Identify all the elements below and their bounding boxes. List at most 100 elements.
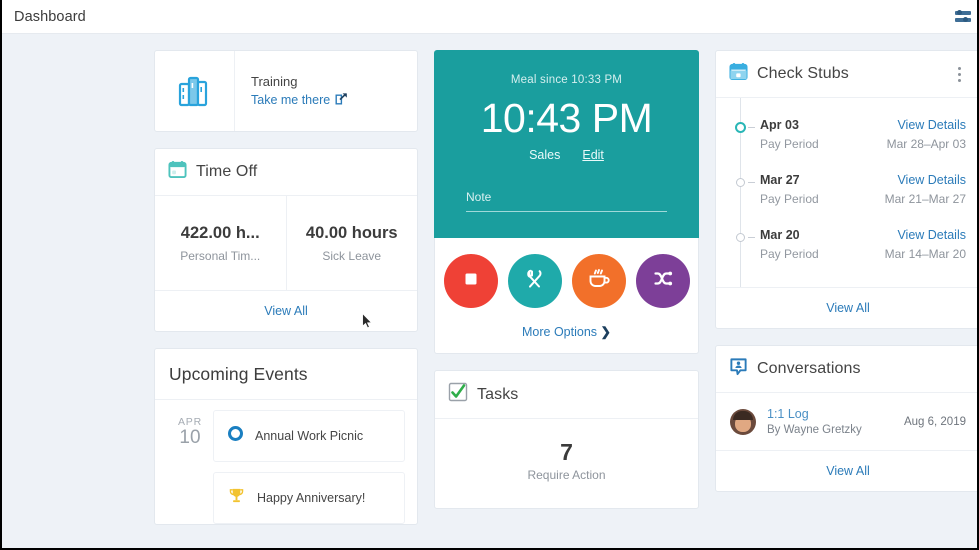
conversation-icon	[729, 357, 748, 381]
check-stubs-footer: View All	[716, 287, 977, 328]
timeline-dot-current	[735, 122, 746, 133]
table-row: Mar 27 View Details Pay Period Mar 21–Ma…	[716, 167, 977, 222]
conversations-title: Conversations	[757, 360, 861, 377]
stop-icon	[460, 268, 482, 295]
time-off-footer: View All	[155, 290, 417, 331]
stub-range: Mar 28–Apr 03	[886, 137, 966, 151]
stub-date: Mar 20	[760, 228, 800, 242]
punch-status-text: Meal since 10:33 PM	[510, 74, 623, 86]
check-stubs-card: Check Stubs Apr 03 View Details Pay Peri…	[715, 50, 977, 329]
event-text: Annual Work Picnic	[255, 429, 364, 443]
table-row: Apr 03 View Details Pay Period Mar 28–Ap…	[716, 112, 977, 167]
tasks-card: Tasks 7 Require Action	[434, 370, 699, 509]
time-off-stat: 40.00 hours Sick Leave	[285, 196, 418, 290]
note-input[interactable]: Note	[466, 188, 667, 212]
books-icon	[155, 51, 235, 131]
tasks-body: 7 Require Action	[435, 419, 698, 508]
dashboard-page: Dashboard Training Take me there Time Of…	[0, 0, 979, 550]
conversations-header: Conversations	[716, 346, 977, 393]
check-stubs-view-all-link[interactable]: View All	[826, 301, 870, 315]
event-date	[167, 472, 213, 478]
punch-panel: Meal since 10:33 PM 10:43 PM Sales Edit …	[434, 50, 699, 238]
time-off-stat: 422.00 h... Personal Tim...	[155, 196, 286, 290]
timeline-dot	[736, 178, 745, 187]
sliders-icon[interactable]	[953, 9, 971, 24]
meal-button[interactable]	[507, 254, 562, 308]
stat-label: Personal Tim...	[180, 248, 261, 263]
coffee-icon	[585, 265, 613, 298]
list-item[interactable]: Happy Anniversary!	[155, 462, 417, 524]
timeline-dash	[748, 182, 755, 183]
department-label[interactable]: Sales	[529, 148, 560, 162]
table-row: Mar 20 View Details Pay Period Mar 14–Ma…	[716, 222, 977, 277]
time-off-header: Time Off	[155, 149, 417, 196]
more-options-link[interactable]: More Options ❯	[435, 324, 698, 339]
event-text: Happy Anniversary!	[257, 491, 366, 505]
tasks-title: Tasks	[477, 385, 519, 403]
stub-sub: Pay Period	[760, 247, 819, 261]
chevron-right-icon: ❯	[600, 325, 611, 339]
training-link-label: Take me there	[251, 93, 331, 107]
current-time: 10:43 PM	[480, 95, 653, 141]
checkbox-checked-icon	[448, 382, 468, 407]
check-stubs-list: Apr 03 View Details Pay Period Mar 28–Ap…	[716, 98, 977, 287]
transfer-button[interactable]	[635, 254, 690, 308]
time-off-title: Time Off	[196, 163, 258, 180]
more-options-label: More Options	[522, 325, 598, 339]
shuffle-icon	[650, 266, 676, 297]
time-off-view-all-link[interactable]: View All	[264, 304, 308, 318]
conversation-title-link[interactable]: 1:1 Log	[767, 407, 904, 421]
list-item[interactable]: APR 10 Annual Work Picnic	[155, 400, 417, 462]
kebab-menu-icon[interactable]	[952, 64, 967, 85]
event-day: 10	[179, 427, 201, 448]
upcoming-events-card: Upcoming Events APR 10 Annual Work Picni	[154, 348, 418, 525]
stub-range: Mar 14–Mar 20	[884, 247, 966, 261]
conversations-view-all-link[interactable]: View All	[826, 464, 870, 478]
edit-link[interactable]: Edit	[582, 148, 604, 162]
training-link[interactable]: Take me there	[251, 92, 417, 108]
view-details-link[interactable]: View Details	[897, 118, 966, 132]
trophy-icon	[228, 487, 245, 509]
stub-sub: Pay Period	[760, 137, 819, 151]
upcoming-events-title: Upcoming Events	[169, 364, 308, 384]
stub-sub: Pay Period	[760, 192, 819, 206]
dashboard-grid: Training Take me there Time Off 422.00 h…	[2, 34, 977, 548]
column-right: Check Stubs Apr 03 View Details Pay Peri…	[715, 50, 977, 508]
stop-button[interactable]	[443, 254, 498, 308]
stub-date: Apr 03	[760, 118, 799, 132]
avatar	[730, 408, 756, 435]
column-middle: Meal since 10:33 PM 10:43 PM Sales Edit …	[434, 50, 699, 525]
stat-value: 40.00 hours	[305, 223, 398, 242]
punch-actions: More Options ❯	[434, 238, 699, 354]
note-placeholder: Note	[466, 190, 492, 204]
check-stubs-header: Check Stubs	[716, 51, 977, 98]
circle-icon	[228, 426, 243, 446]
check-stubs-title: Check Stubs	[757, 65, 849, 82]
timeline-dash	[748, 127, 755, 128]
tasks-count: 7	[560, 439, 573, 465]
conversation-date: Aug 6, 2019	[903, 415, 966, 428]
training-card[interactable]: Training Take me there	[154, 50, 418, 132]
timeline-dash	[748, 237, 755, 238]
conversations-footer: View All	[716, 451, 977, 491]
calendar-blue-icon	[729, 62, 748, 86]
tasks-label: Require Action	[527, 468, 606, 482]
view-details-link[interactable]: View Details	[897, 173, 966, 187]
external-link-icon	[335, 92, 348, 108]
column-left: Training Take me there Time Off 422.00 h…	[154, 50, 418, 541]
training-label: Training	[251, 74, 298, 89]
page-title: Dashboard	[14, 8, 86, 25]
top-bar: Dashboard	[2, 0, 977, 34]
time-clock-card: Meal since 10:33 PM 10:43 PM Sales Edit …	[434, 50, 699, 354]
break-button[interactable]	[571, 254, 626, 308]
conversation-author: By Wayne Gretzky	[767, 424, 862, 436]
view-details-link[interactable]: View Details	[897, 228, 966, 242]
time-off-stats: 422.00 h... Personal Tim... 40.00 hours …	[155, 196, 417, 290]
calendar-icon	[168, 160, 187, 184]
stat-label: Sick Leave	[322, 248, 382, 263]
event-date: APR 10	[167, 410, 213, 448]
stub-date: Mar 27	[760, 173, 800, 187]
tasks-header: Tasks	[435, 371, 698, 419]
time-off-card: Time Off 422.00 h... Personal Tim... 40.…	[154, 148, 418, 332]
list-item[interactable]: 1:1 Log By Wayne Gretzky Aug 6, 2019	[716, 393, 977, 451]
